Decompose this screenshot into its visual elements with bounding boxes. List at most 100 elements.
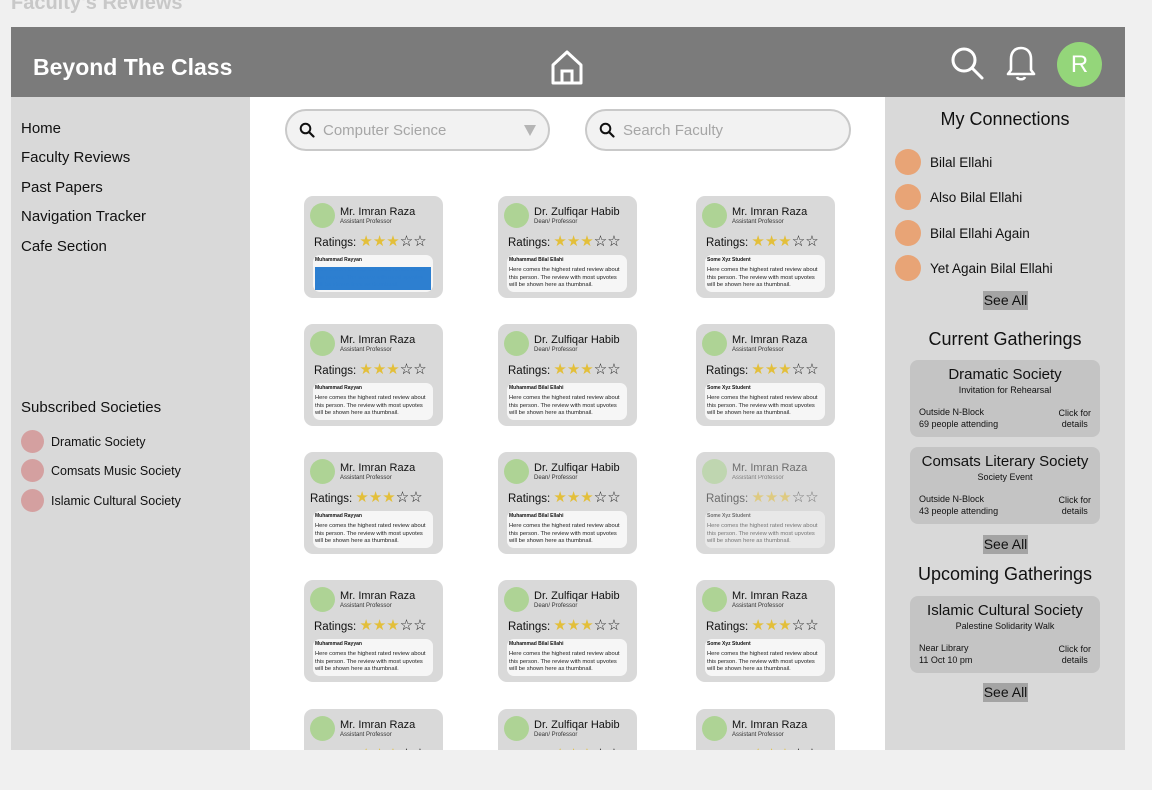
faculty-title: Assistant Professor: [340, 219, 392, 225]
gathering-details-link[interactable]: Click for details: [1058, 408, 1091, 430]
faculty-rating: Ratings: ★★★☆☆: [508, 488, 621, 506]
star-rating: ★★★☆☆: [553, 233, 620, 250]
brand-title[interactable]: Beyond The Class: [33, 54, 232, 81]
gathering-details-link[interactable]: Click for details: [1058, 644, 1091, 666]
faculty-rating: Ratings: ★★★☆☆: [508, 360, 621, 378]
faculty-avatar: [310, 587, 335, 612]
home-icon[interactable]: [549, 47, 585, 87]
ratings-label: Ratings:: [706, 621, 749, 633]
chevron-down-icon[interactable]: [524, 125, 536, 136]
faculty-rating: Ratings: ★★★☆☆: [706, 232, 819, 250]
faculty-card[interactable]: Mr. Imran RazaAssistant Professor Ratings…: [696, 324, 835, 426]
star-filled-icon: ★: [764, 489, 779, 506]
review-thumbnail: Muhammad Bilal Ellahi Here comes the high…: [507, 511, 627, 548]
faculty-card[interactable]: Dr. Zulfiqar HabibDean/ Professor Ratings…: [498, 196, 637, 298]
star-empty-icon: ☆: [413, 746, 426, 750]
connection-name: Yet Again Bilal Ellahi: [930, 260, 1053, 276]
review-text: Here comes the highest rated review abou…: [707, 267, 818, 288]
department-select[interactable]: Computer Science: [285, 109, 550, 151]
faculty-avatar: [504, 716, 529, 741]
faculty-card[interactable]: Mr. Imran RazaAssistant Professor Ratings…: [696, 196, 835, 298]
reviewer-name: Muhammad Bilal Ellahi: [509, 385, 564, 391]
faculty-name: Dr. Zulfiqar Habib: [534, 462, 620, 474]
faculty-card[interactable]: Mr. Imran RazaAssistant Professor Ratings…: [696, 709, 835, 750]
ratings-label: Ratings:: [508, 493, 551, 505]
star-empty-icon: ☆: [791, 617, 806, 634]
faculty-card[interactable]: Dr. Zulfiqar HabibDean/ Professor Ratings…: [498, 324, 637, 426]
faculty-card[interactable]: Dr. Zulfiqar HabibDean/ Professor Ratings…: [498, 580, 637, 682]
connection-avatar: [895, 220, 921, 246]
star-rating: ★★★☆☆: [359, 361, 426, 378]
society-item[interactable]: Comsats Music Society: [21, 459, 181, 482]
star-filled-icon: ★: [368, 489, 383, 506]
user-avatar[interactable]: R: [1057, 42, 1102, 87]
star-filled-icon: ★: [359, 361, 373, 378]
nav-item-cafe-section[interactable]: Cafe Section: [21, 238, 107, 255]
review-thumbnail: Muhammad Bilal Ellahi Here comes the high…: [507, 639, 627, 676]
faculty-title: Dean/ Professor: [534, 603, 578, 609]
main-content: Computer Science Search Faculty Mr. Imra…: [250, 97, 885, 750]
search-icon[interactable]: [949, 45, 985, 81]
society-avatar: [21, 489, 44, 512]
nav-item-navigation-tracker[interactable]: Navigation Tracker: [21, 208, 146, 225]
department-select-value: Computer Science: [323, 121, 447, 139]
society-label: Islamic Cultural Society: [51, 493, 181, 508]
society-item[interactable]: Dramatic Society: [21, 430, 145, 453]
faculty-card[interactable]: Dr. Zulfiqar HabibDean/ Professor Ratings…: [498, 709, 637, 750]
star-filled-icon: ★: [580, 617, 594, 634]
faculty-card[interactable]: Mr. Imran RazaAssistant Professor Ratings…: [304, 196, 443, 298]
bell-icon[interactable]: [1004, 43, 1038, 81]
star-filled-icon: ★: [386, 617, 400, 634]
review-thumbnail: Muhammad Rayyan Here comes the highest ra…: [313, 383, 433, 420]
nav-item-home[interactable]: Home: [21, 120, 61, 137]
faculty-avatar: [702, 331, 727, 356]
star-filled-icon: ★: [355, 489, 369, 506]
star-filled-icon: ★: [553, 617, 567, 634]
gathering-details-link[interactable]: Click for details: [1058, 495, 1091, 517]
faculty-title: Assistant Professor: [732, 475, 784, 481]
see-all-current-button[interactable]: See All: [983, 535, 1028, 554]
star-filled-icon: ★: [580, 361, 594, 378]
review-thumbnail: Some Xyz Student Here comes the highest r…: [705, 255, 825, 292]
search-faculty-input[interactable]: Search Faculty: [585, 109, 851, 151]
nav-item-faculty-reviews[interactable]: Faculty Reviews: [21, 149, 130, 166]
star-rating: ★★★☆☆: [355, 489, 422, 506]
faculty-avatar: [310, 459, 335, 484]
connection-item[interactable]: Bilal Ellahi: [895, 149, 992, 175]
reviewer-name: Some Xyz Student: [707, 641, 751, 647]
ratings-label: Ratings:: [508, 237, 551, 249]
gathering-card[interactable]: Comsats Literary Society Society Event O…: [910, 447, 1100, 524]
faculty-card[interactable]: Mr. Imran RazaAssistant Professor Ratings…: [696, 580, 835, 682]
connection-item[interactable]: Yet Again Bilal Ellahi: [895, 255, 1053, 281]
gathering-card[interactable]: Dramatic Society Invitation for Rehearsa…: [910, 360, 1100, 437]
reviewer-name: Muhammad Rayyan: [315, 257, 362, 263]
gathering-info: 11 Oct 10 pm: [919, 655, 973, 665]
gathering-location: Outside N-Block 43 people attending: [919, 493, 998, 517]
connection-item[interactable]: Bilal Ellahi Again: [895, 220, 1030, 246]
gathering-subtitle: Society Event: [977, 472, 1033, 482]
see-all-upcoming-button[interactable]: See All: [983, 683, 1028, 702]
faculty-card[interactable]: Mr. Imran RazaAssistant Professor Ratings…: [696, 452, 835, 554]
society-item[interactable]: Islamic Cultural Society: [21, 489, 181, 512]
faculty-card[interactable]: Mr. Imran RazaAssistant Professor Ratings…: [304, 452, 443, 554]
faculty-card[interactable]: Mr. Imran RazaAssistant Professor Ratings…: [304, 580, 443, 682]
star-empty-icon: ☆: [805, 489, 819, 506]
society-avatar: [21, 459, 44, 482]
review-thumbnail: Muhammad Rayyan Here comes the highest ra…: [313, 255, 433, 292]
star-filled-icon: ★: [372, 361, 387, 378]
gathering-location: Outside N-Block 69 people attending: [919, 406, 998, 430]
star-filled-icon: ★: [566, 617, 581, 634]
faculty-name: Mr. Imran Raza: [340, 719, 416, 731]
faculty-card[interactable]: Dr. Zulfiqar HabibDean/ Professor Ratings…: [498, 452, 637, 554]
ratings-label: Ratings:: [706, 365, 749, 377]
faculty-card[interactable]: Mr. Imran RazaAssistant Professor Ratings…: [304, 324, 443, 426]
faculty-card[interactable]: Mr. Imran RazaAssistant Professor Ratings…: [304, 709, 443, 750]
see-all-connections-button[interactable]: See All: [983, 291, 1028, 310]
faculty-name: Mr. Imran Raza: [732, 206, 808, 218]
star-empty-icon: ☆: [400, 746, 413, 750]
star-empty-icon: ☆: [805, 361, 819, 378]
faculty-avatar: [310, 203, 335, 228]
gathering-card[interactable]: Islamic Cultural Society Palestine Solid…: [910, 596, 1100, 673]
connection-item[interactable]: Also Bilal Ellahi: [895, 184, 1022, 210]
nav-item-past-papers[interactable]: Past Papers: [21, 179, 103, 196]
